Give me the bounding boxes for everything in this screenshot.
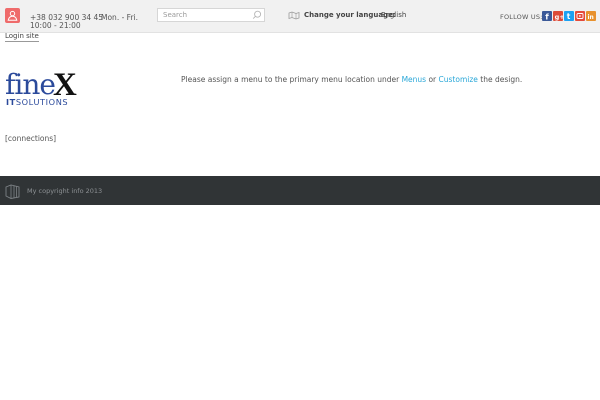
- svg-text:in: in: [588, 14, 594, 21]
- menu-notice: Please assign a menu to the primary menu…: [181, 75, 522, 84]
- svg-text:f: f: [545, 13, 549, 22]
- menu-notice-text-middle: or: [426, 75, 439, 84]
- twitter-icon[interactable]: t: [564, 11, 574, 21]
- language-selector[interactable]: English: [381, 11, 406, 19]
- copyright-text: My copyright info 2013: [27, 187, 103, 195]
- linkedin-icon[interactable]: in: [586, 11, 596, 21]
- menu-notice-text-before: Please assign a menu to the primary menu…: [181, 75, 402, 84]
- search-icon[interactable]: [252, 10, 262, 20]
- search-box[interactable]: [157, 8, 265, 22]
- youtube-icon[interactable]: [575, 11, 585, 21]
- svg-text:t: t: [567, 12, 571, 21]
- globe-map-icon: [288, 11, 300, 20]
- svg-text:ITSOLUTIONS: ITSOLUTIONS: [6, 97, 68, 107]
- menus-link[interactable]: Menus: [402, 75, 427, 84]
- hours-label: Mon. - Fri.: [101, 13, 138, 22]
- search-input[interactable]: [163, 10, 251, 20]
- user-icon: [7, 10, 18, 21]
- connections-shortcode: [connections]: [5, 134, 57, 143]
- follow-us-label: FOLLOW US:: [500, 13, 543, 21]
- top-bar: +38 032 900 34 45 Mon. - Fri. 10:00 - 21…: [0, 0, 600, 33]
- user-account-button[interactable]: [5, 8, 20, 23]
- customize-link[interactable]: Customize: [439, 75, 478, 84]
- login-site-link[interactable]: Login site: [5, 32, 39, 42]
- google-plus-icon[interactable]: g+: [553, 11, 563, 21]
- finex-logo[interactable]: fine X ITSOLUTIONS: [5, 64, 85, 112]
- hours-time: 10:00 - 21:00: [30, 21, 81, 30]
- cube-logo-icon: [5, 184, 20, 199]
- footer: My copyright info 2013: [0, 176, 600, 205]
- svg-text:g+: g+: [555, 13, 563, 21]
- facebook-icon[interactable]: f: [542, 11, 552, 21]
- menu-notice-text-after: the design.: [477, 75, 523, 84]
